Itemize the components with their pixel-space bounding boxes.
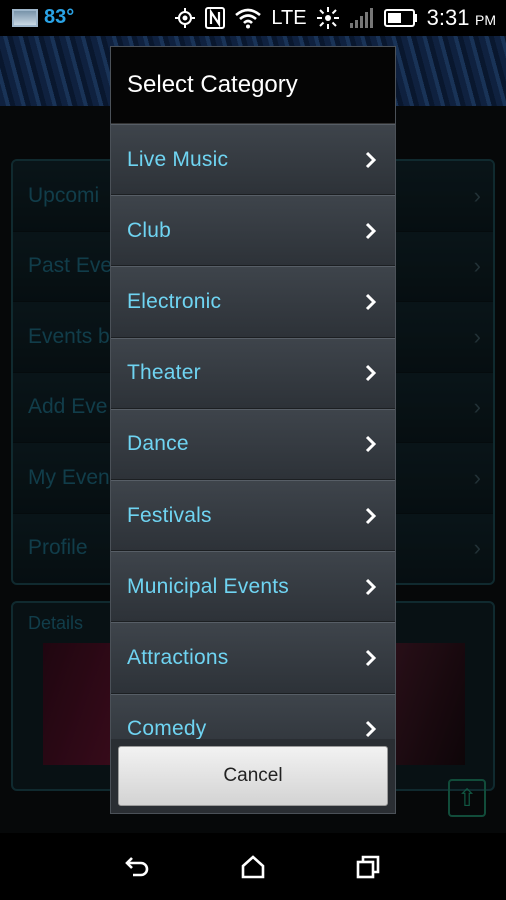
chevron-right-icon bbox=[363, 577, 379, 597]
category-item-electronic[interactable]: Electronic bbox=[111, 266, 395, 338]
temperature-readout: 83° bbox=[44, 6, 75, 28]
chevron-right-icon bbox=[363, 292, 379, 312]
dialog-title: Select Category bbox=[111, 47, 395, 124]
category-label: Club bbox=[127, 218, 171, 242]
battery-icon bbox=[383, 9, 417, 27]
category-item-live-music[interactable]: Live Music bbox=[111, 124, 395, 196]
category-label: Electronic bbox=[127, 289, 222, 313]
recent-apps-button[interactable] bbox=[348, 847, 388, 887]
chevron-right-icon bbox=[363, 221, 379, 241]
clock-time: 3:31 bbox=[426, 5, 470, 30]
chevron-right-icon bbox=[363, 648, 379, 668]
category-label: Comedy bbox=[127, 717, 207, 741]
image-notification-icon bbox=[12, 8, 38, 27]
network-type: LTE bbox=[271, 6, 307, 29]
home-icon bbox=[241, 854, 265, 878]
category-label: Theater bbox=[127, 361, 201, 385]
category-label: Dance bbox=[127, 432, 189, 456]
category-label: Live Music bbox=[127, 147, 229, 171]
signal-icon bbox=[349, 8, 373, 28]
category-label: Municipal Events bbox=[127, 574, 289, 598]
clock-ampm: PM bbox=[475, 12, 496, 28]
cancel-button[interactable]: Cancel bbox=[118, 746, 388, 806]
sync-icon bbox=[316, 7, 339, 29]
category-item-comedy[interactable]: Comedy bbox=[111, 693, 395, 741]
home-button[interactable] bbox=[233, 847, 273, 887]
chevron-right-icon bbox=[363, 719, 379, 739]
back-icon bbox=[124, 856, 148, 876]
category-item-municipal-events[interactable]: Municipal Events bbox=[111, 551, 395, 623]
category-item-theater[interactable]: Theater bbox=[111, 337, 395, 409]
system-nav-bar bbox=[0, 833, 506, 900]
status-bar: 83° LTE 3:31 PM bbox=[0, 0, 506, 36]
category-item-festivals[interactable]: Festivals bbox=[111, 479, 395, 552]
wifi-icon bbox=[235, 8, 262, 29]
back-button[interactable] bbox=[118, 847, 158, 887]
category-item-club[interactable]: Club bbox=[111, 195, 395, 267]
chevron-right-icon bbox=[363, 506, 379, 526]
dialog-footer: Cancel bbox=[111, 739, 395, 813]
gps-icon bbox=[175, 8, 196, 28]
nfc-icon bbox=[205, 7, 226, 29]
category-list[interactable]: Live Music Club Electronic Theater Dance… bbox=[111, 124, 395, 741]
category-label: Attractions bbox=[127, 645, 229, 669]
recent-apps-icon bbox=[357, 855, 380, 878]
chevron-right-icon bbox=[363, 434, 379, 454]
select-category-dialog: Select Category Live Music Club Electron… bbox=[110, 46, 396, 814]
category-item-attractions[interactable]: Attractions bbox=[111, 622, 395, 694]
category-label: Festivals bbox=[127, 503, 212, 527]
chevron-right-icon bbox=[363, 150, 379, 170]
category-item-dance[interactable]: Dance bbox=[111, 408, 395, 480]
chevron-right-icon bbox=[363, 363, 379, 383]
